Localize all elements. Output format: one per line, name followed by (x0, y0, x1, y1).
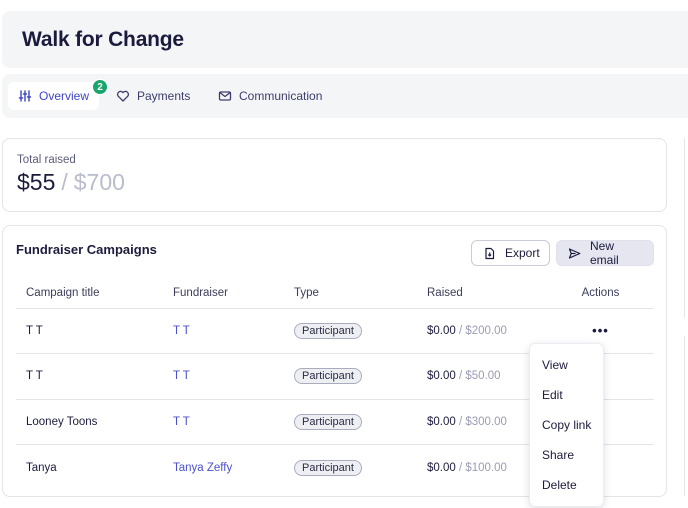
total-raised-values: $55/$700 (17, 169, 125, 196)
column-header-actions: Actions (547, 279, 654, 309)
send-icon (568, 247, 581, 260)
tab-bar: Overview 2 Payments Communication (2, 74, 688, 118)
menu-item-share[interactable]: Share (542, 448, 574, 462)
column-header-raised: Raised (417, 279, 547, 309)
campaign-title: T T (16, 353, 163, 400)
fundraiser-link[interactable]: Tanya Zeffy (173, 462, 232, 474)
goal-amount: / $50.00 (458, 370, 501, 383)
new-email-label: New email (590, 239, 619, 267)
export-button[interactable]: Export (471, 240, 550, 266)
total-raised-amount: $55 (17, 169, 56, 195)
total-goal-amount: $700 (73, 169, 125, 195)
campaign-title: Looney Toons (16, 399, 163, 445)
tab-communication[interactable]: Communication (208, 82, 332, 110)
mail-icon (218, 89, 232, 103)
raised-amount: $0.00 (427, 370, 456, 383)
tab-overview[interactable]: Overview 2 (8, 79, 108, 110)
menu-item-edit[interactable]: Edit (542, 388, 563, 402)
total-raised-card: Total raised $55/$700 (2, 138, 667, 212)
export-label: Export (505, 246, 540, 260)
tab-communication-label: Communication (239, 89, 323, 103)
column-header-fundraiser: Fundraiser (163, 279, 284, 309)
menu-item-delete[interactable]: Delete (542, 478, 577, 492)
total-separator: / (61, 169, 68, 195)
tab-payments-label: Payments (137, 89, 191, 103)
type-badge: Participant (294, 322, 362, 339)
section-title: Fundraiser Campaigns (16, 242, 157, 257)
total-raised-label: Total raised (17, 154, 76, 166)
table-header-row: Campaign title Fundraiser Type Raised Ac… (16, 279, 654, 309)
page-header: Walk for Change (2, 11, 688, 68)
more-actions-icon[interactable]: ••• (592, 323, 609, 338)
raised-amount: $0.00 (427, 461, 456, 474)
raised-cell: $0.00 / $300.00 (417, 399, 547, 445)
fundraiser-link[interactable]: T T (173, 416, 190, 428)
raised-cell: $0.00 / $200.00 (417, 308, 547, 354)
new-email-button[interactable]: New email (556, 239, 654, 267)
type-badge: Participant (294, 413, 362, 430)
fundraiser-link[interactable]: T T (173, 325, 190, 337)
goal-amount: / $300.00 (458, 415, 507, 428)
adjacent-panel-edge (684, 138, 688, 318)
campaign-title: T T (16, 308, 163, 354)
goal-amount: / $200.00 (458, 324, 507, 337)
tab-overview-label: Overview (39, 89, 90, 103)
heart-icon (116, 89, 130, 103)
fundraiser-link[interactable]: T T (173, 370, 190, 382)
menu-item-copy-link[interactable]: Copy link (542, 418, 591, 432)
tab-payments[interactable]: Payments (106, 82, 200, 110)
raised-cell: $0.00 / $50.00 (417, 353, 547, 400)
menu-item-view[interactable]: View (542, 358, 568, 372)
page-title: Walk for Change (22, 28, 184, 51)
adjacent-panel-edge (684, 336, 688, 496)
raised-amount: $0.00 (427, 324, 456, 337)
type-badge: Participant (294, 368, 362, 385)
sliders-icon (18, 89, 32, 103)
goal-amount: / $100.00 (458, 461, 507, 474)
raised-cell: $0.00 / $100.00 (417, 445, 547, 491)
file-export-icon (483, 247, 496, 260)
column-header-campaign-title: Campaign title (16, 279, 163, 309)
campaign-title: Tanya (26, 461, 57, 474)
type-badge: Participant (294, 459, 362, 476)
raised-amount: $0.00 (427, 415, 456, 428)
actions-dropdown-menu: View Edit Copy link Share Delete (529, 343, 604, 507)
column-header-type: Type (284, 279, 417, 309)
